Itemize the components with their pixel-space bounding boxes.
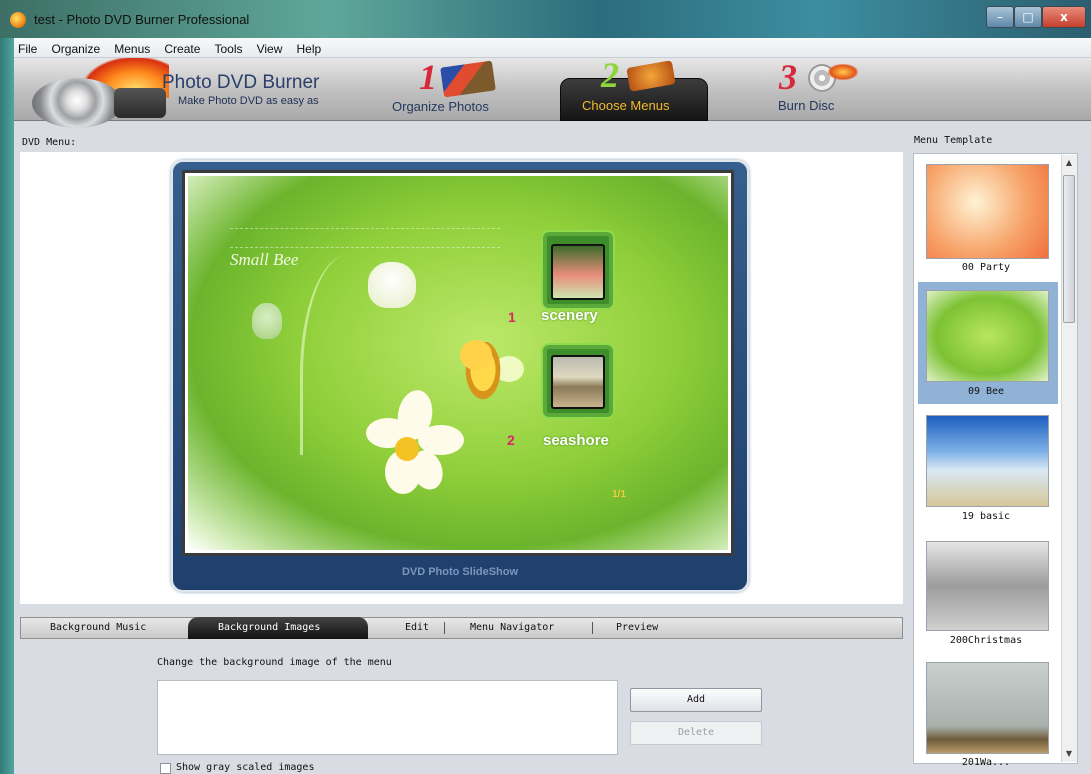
gray-scale-label: Show gray scaled images xyxy=(176,762,315,773)
template-thumbnail-basic[interactable] xyxy=(926,415,1049,507)
step-1-number[interactable]: 1 xyxy=(419,56,437,98)
menu-view[interactable]: View xyxy=(253,39,287,56)
menu-item-2-thumbnail[interactable] xyxy=(551,355,605,409)
title-bar: test - Photo DVD Burner Professional – □… xyxy=(0,0,1091,38)
tab-background-music[interactable]: Background Music xyxy=(50,622,146,633)
template-label-basic[interactable]: 19 basic xyxy=(914,511,1058,522)
scroll-up-icon[interactable]: ▲ xyxy=(1061,155,1077,171)
tab-separator xyxy=(592,622,593,634)
menu-item-1-number: 1 xyxy=(508,309,516,325)
disc-logo-icon xyxy=(32,78,122,128)
template-label-christmas[interactable]: 200Christmas xyxy=(914,635,1058,646)
background-description: Change the background image of the menu xyxy=(157,657,392,668)
step-burn-disc[interactable]: Burn Disc xyxy=(778,98,834,113)
background-image-list[interactable] xyxy=(157,680,618,755)
flower-icon xyxy=(395,437,419,461)
photos-icon[interactable] xyxy=(440,60,496,98)
maximize-button[interactable]: □ xyxy=(1014,6,1042,28)
add-button[interactable]: Add xyxy=(630,688,762,712)
bellflower-icon xyxy=(368,262,416,308)
brand-title: Photo DVD Burner xyxy=(162,72,320,93)
template-thumbnail-party[interactable] xyxy=(926,164,1049,259)
tab-menu-navigator[interactable]: Menu Navigator xyxy=(470,622,554,633)
bee-head xyxy=(460,340,492,370)
scroll-down-icon[interactable]: ▼ xyxy=(1061,746,1077,762)
slideshow-footer-text: DVD Photo SlideShow xyxy=(401,566,519,578)
menu-create[interactable]: Create xyxy=(160,39,204,56)
menu-bar: File Organize Menus Create Tools View He… xyxy=(14,38,1091,58)
step-organize-photos[interactable]: Organize Photos xyxy=(392,99,489,114)
gray-scale-checkbox[interactable] xyxy=(160,763,171,774)
brand-tagline: Make Photo DVD as easy as xyxy=(178,95,319,107)
poem-lines xyxy=(230,228,500,248)
step-choose-menus[interactable]: Choose Menus xyxy=(582,98,669,113)
step-3-number[interactable]: 3 xyxy=(779,56,797,98)
menu-heading: Small Bee xyxy=(230,250,299,269)
tab-strip xyxy=(20,617,903,639)
template-label-bee[interactable]: 09 Bee xyxy=(914,386,1058,397)
template-label-party[interactable]: 00 Party xyxy=(914,262,1058,273)
step-2-number[interactable]: 2 xyxy=(601,54,619,96)
camera-logo-icon xyxy=(114,88,166,118)
flame-icon[interactable] xyxy=(828,64,858,80)
delete-button[interactable]: Delete xyxy=(630,721,762,745)
template-thumbnail-201[interactable] xyxy=(926,662,1049,754)
template-label-201[interactable]: 201Wa... xyxy=(914,757,1058,768)
tab-background-images[interactable]: Background Images xyxy=(218,622,320,633)
menu-item-2-label[interactable]: seashore xyxy=(543,432,609,449)
window-edge xyxy=(0,38,14,774)
window-title: test - Photo DVD Burner Professional xyxy=(34,12,250,27)
tab-preview[interactable]: Preview xyxy=(616,622,658,633)
menu-organize[interactable]: Organize xyxy=(47,39,104,56)
minimize-button[interactable]: – xyxy=(986,6,1014,28)
menu-file[interactable]: File xyxy=(14,39,41,56)
app-icon xyxy=(10,12,26,28)
menu-menus[interactable]: Menus xyxy=(110,39,154,56)
header-banner: Photo DVD Burner Make Photo DVD as easy … xyxy=(14,55,1091,128)
template-thumbnail-christmas[interactable] xyxy=(926,541,1049,631)
scrollbar-thumb[interactable] xyxy=(1063,175,1075,323)
template-thumbnail-bee[interactable] xyxy=(926,290,1049,382)
bud-icon xyxy=(252,303,282,339)
dvd-menu-label: DVD Menu: xyxy=(22,137,77,148)
tab-separator xyxy=(444,622,445,634)
menu-template-label: Menu Template xyxy=(914,135,993,146)
tab-edit[interactable]: Edit xyxy=(405,622,429,633)
menu-item-2-number: 2 xyxy=(507,432,515,448)
page-indicator: 1/1 xyxy=(612,489,626,500)
menu-item-1-thumbnail[interactable] xyxy=(551,244,605,300)
close-button[interactable]: x xyxy=(1042,6,1086,28)
menu-item-1-label[interactable]: scenery xyxy=(541,307,598,324)
menu-tools[interactable]: Tools xyxy=(210,39,246,56)
menu-help[interactable]: Help xyxy=(292,39,325,56)
